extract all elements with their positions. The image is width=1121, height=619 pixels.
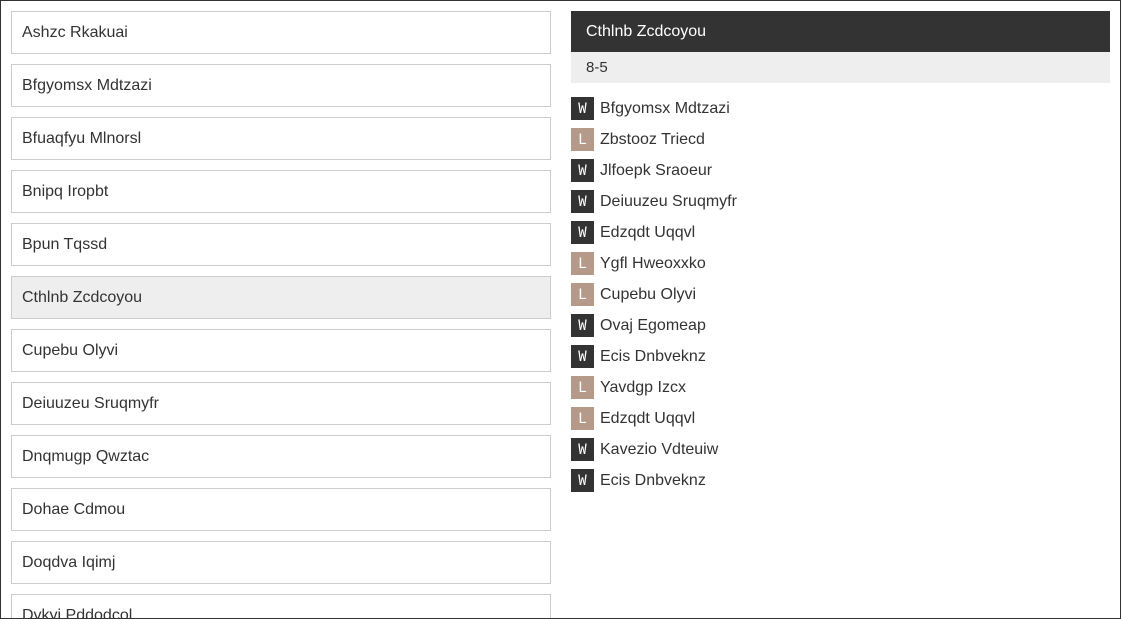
team-list-item[interactable]: Dykyi Pddodcol bbox=[11, 594, 551, 619]
team-list-item[interactable]: Cthlnb Zcdcoyou bbox=[11, 276, 551, 319]
game-result-row: L Edzqdt Uqqvl bbox=[571, 403, 1110, 434]
team-list-item[interactable]: Dohae Cdmou bbox=[11, 488, 551, 531]
loss-badge: L bbox=[571, 407, 594, 430]
game-result-row: W Ovaj Egomeap bbox=[571, 310, 1110, 341]
game-result-row: W Ecis Dnbveknz bbox=[571, 341, 1110, 372]
opponent-name: Ecis Dnbveknz bbox=[600, 347, 706, 365]
loss-badge: L bbox=[571, 283, 594, 306]
game-result-row: W Deiuuzeu Sruqmyfr bbox=[571, 186, 1110, 217]
opponent-name: Bfgyomsx Mdtzazi bbox=[600, 99, 730, 117]
win-badge: W bbox=[571, 438, 594, 461]
team-list-item[interactable]: Doqdva Iqimj bbox=[11, 541, 551, 584]
team-list-item[interactable]: Deiuuzeu Sruqmyfr bbox=[11, 382, 551, 425]
opponent-name: Ygfl Hweoxxko bbox=[600, 254, 706, 272]
game-result-row: W Kavezio Vdteuiw bbox=[571, 434, 1110, 465]
win-badge: W bbox=[571, 97, 594, 120]
game-result-row: W Edzqdt Uqqvl bbox=[571, 217, 1110, 248]
opponent-name: Kavezio Vdteuiw bbox=[600, 440, 719, 458]
team-list-item[interactable]: Bpun Tqssd bbox=[11, 223, 551, 266]
loss-badge: L bbox=[571, 128, 594, 151]
team-list-item[interactable]: Bnipq Iropbt bbox=[11, 170, 551, 213]
win-badge: W bbox=[571, 469, 594, 492]
game-result-row: L Ygfl Hweoxxko bbox=[571, 248, 1110, 279]
opponent-name: Yavdgp Izcx bbox=[600, 378, 686, 396]
game-results-list: W Bfgyomsx Mdtzazi L Zbstooz Triecd W Jlfoepk… bbox=[571, 93, 1110, 496]
win-badge: W bbox=[571, 314, 594, 337]
team-list-item[interactable]: Bfgyomsx Mdtzazi bbox=[11, 64, 551, 107]
game-result-row: L Cupebu Olyvi bbox=[571, 279, 1110, 310]
game-result-row: L Yavdgp Izcx bbox=[571, 372, 1110, 403]
win-badge: W bbox=[571, 190, 594, 213]
team-list-item[interactable]: Cupebu Olyvi bbox=[11, 329, 551, 372]
loss-badge: L bbox=[571, 376, 594, 399]
team-detail-title: Cthlnb Zcdcoyou bbox=[571, 11, 1110, 52]
opponent-name: Jlfoepk Sraoeur bbox=[600, 161, 713, 179]
team-record: 8-5 bbox=[571, 52, 1110, 83]
game-result-row: W Ecis Dnbveknz bbox=[571, 465, 1110, 496]
opponent-name: Edzqdt Uqqvl bbox=[600, 409, 696, 427]
opponent-name: Zbstooz Triecd bbox=[600, 130, 705, 148]
opponent-name: Edzqdt Uqqvl bbox=[600, 223, 696, 241]
game-result-row: L Zbstooz Triecd bbox=[571, 124, 1110, 155]
opponent-name: Ecis Dnbveknz bbox=[600, 471, 706, 489]
loss-badge: L bbox=[571, 252, 594, 275]
team-list-item[interactable]: Bfuaqfyu Mlnorsl bbox=[11, 117, 551, 160]
win-badge: W bbox=[571, 221, 594, 244]
opponent-name: Cupebu Olyvi bbox=[600, 285, 697, 303]
game-result-row: W Bfgyomsx Mdtzazi bbox=[571, 93, 1110, 124]
game-result-row: W Jlfoepk Sraoeur bbox=[571, 155, 1110, 186]
team-list-item[interactable]: Dnqmugp Qwztac bbox=[11, 435, 551, 478]
team-list-item[interactable]: Ashzc Rkakuai bbox=[11, 11, 551, 54]
win-badge: W bbox=[571, 345, 594, 368]
team-detail-panel: Cthlnb Zcdcoyou 8-5 W Bfgyomsx Mdtzazi L Zb… bbox=[571, 11, 1110, 496]
team-list: Ashzc Rkakuai Bfgyomsx Mdtzazi Bfuaqfyu Ml… bbox=[11, 11, 551, 619]
opponent-name: Ovaj Egomeap bbox=[600, 316, 706, 334]
opponent-name: Deiuuzeu Sruqmyfr bbox=[600, 192, 737, 210]
win-badge: W bbox=[571, 159, 594, 182]
